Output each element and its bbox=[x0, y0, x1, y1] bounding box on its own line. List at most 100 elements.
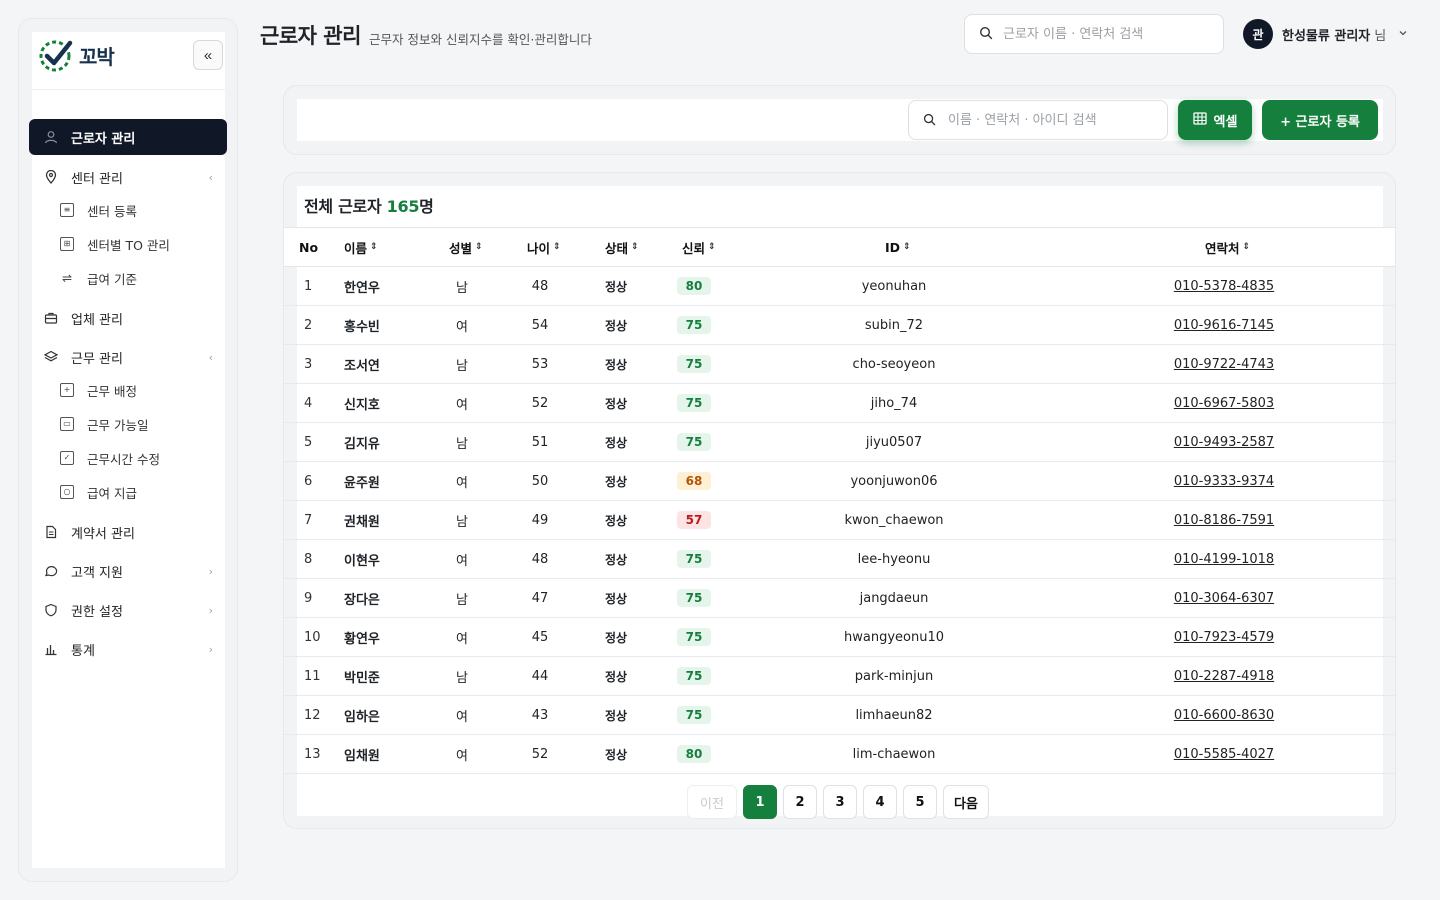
cell-phone-link[interactable]: 010-7923-4579 bbox=[1124, 618, 1324, 656]
cell-id: lee-hyeonu bbox=[857, 551, 931, 567]
page-button-4[interactable]: 4 bbox=[863, 785, 897, 819]
column-header-age[interactable]: 나이 ⇕ bbox=[527, 228, 561, 266]
cell-name[interactable]: 임채원 bbox=[344, 735, 380, 773]
cell-name[interactable]: 한연우 bbox=[344, 267, 380, 305]
brand-logo[interactable]: 꼬박 bbox=[37, 37, 115, 73]
table-row[interactable]: 8 이현우 여 48 정상 75 lee-hyeonu 010-4199-1018 bbox=[284, 540, 1395, 579]
cell-name[interactable]: 장다은 bbox=[344, 579, 380, 617]
sidebar-subitem-work-assign[interactable]: + 근무 배정 bbox=[60, 376, 137, 404]
cell-status: 정상 bbox=[605, 669, 628, 684]
cell-name[interactable]: 김지유 bbox=[344, 423, 380, 461]
column-header-gender[interactable]: 성별 ⇕ bbox=[449, 228, 483, 266]
sidebar-item-stats[interactable]: 통계 › bbox=[29, 631, 227, 667]
cell-trust: 80 bbox=[677, 735, 711, 773]
table-row[interactable]: 9 장다은 남 47 정상 75 jangdaeun 010-3064-6307 bbox=[284, 579, 1395, 618]
column-header-trust[interactable]: 신뢰 ⇕ bbox=[682, 228, 716, 266]
cell-status: 정상 bbox=[605, 396, 628, 411]
cell-age: 47 bbox=[531, 590, 549, 606]
table-row[interactable]: 7 권채원 남 49 정상 57 kwon_chaewon 010-8186-7591 bbox=[284, 501, 1395, 540]
sidebar-item-work[interactable]: 근무 관리 ‹ bbox=[29, 339, 227, 375]
sidebar-subitem-pay[interactable]: ○ 급여 지급 bbox=[60, 478, 137, 506]
sidebar-item-permission[interactable]: 권한 설정 › bbox=[29, 592, 227, 628]
cell-gender: 여 bbox=[456, 319, 468, 335]
briefcase-icon bbox=[43, 310, 59, 326]
cell-phone-link[interactable]: 010-9493-2587 bbox=[1124, 423, 1324, 461]
table-row[interactable]: 6 윤주원 여 50 정상 68 yoonjuwon06 010-9333-9374 bbox=[284, 462, 1395, 501]
double-chevron-left-icon: « bbox=[203, 46, 213, 64]
cell-no: 4 bbox=[304, 395, 313, 411]
excel-export-button[interactable]: 엑셀 bbox=[1178, 100, 1252, 140]
cell-phone-link[interactable]: 010-9616-7145 bbox=[1124, 306, 1324, 344]
sidebar-subitem-pay-standard[interactable]: ⇌ 급여 기준 bbox=[60, 264, 137, 292]
cell-phone-link[interactable]: 010-3064-6307 bbox=[1124, 579, 1324, 617]
page-button-3[interactable]: 3 bbox=[823, 785, 857, 819]
table-body: 1 한연우 남 48 정상 80 yeonuhan 010-5378-4835 2 홍수빈 여 54 정… bbox=[284, 267, 1395, 774]
search-icon bbox=[923, 111, 936, 130]
cell-age: 43 bbox=[531, 707, 549, 723]
sliders-icon: ⇌ bbox=[61, 271, 73, 285]
column-header-name[interactable]: 이름 ⇕ bbox=[344, 228, 378, 266]
sidebar-item-center[interactable]: 센터 관리 ‹ bbox=[29, 159, 227, 195]
sidebar-collapse-button[interactable]: « bbox=[193, 40, 223, 70]
page-button-2[interactable]: 2 bbox=[783, 785, 817, 819]
sidebar-item-workers[interactable]: 근로자 관리 bbox=[29, 119, 227, 155]
plus-square-icon: + bbox=[60, 383, 74, 397]
prev-page-button[interactable]: 이전 bbox=[687, 785, 737, 819]
column-header-id[interactable]: ID ⇕ bbox=[885, 228, 911, 266]
cell-gender: 남 bbox=[456, 358, 468, 374]
cell-trust: 75 bbox=[677, 384, 711, 422]
user-menu[interactable]: 관 한성물류 관리자 님 bbox=[1243, 19, 1408, 49]
cell-phone-link[interactable]: 010-6967-5803 bbox=[1124, 384, 1324, 422]
trust-badge: 75 bbox=[677, 355, 711, 373]
table-row[interactable]: 5 김지유 남 51 정상 75 jiyu0507 010-9493-2587 bbox=[284, 423, 1395, 462]
sidebar-subitem-work-available[interactable]: ▭ 근무 가능일 bbox=[60, 410, 148, 438]
sidebar-item-label: 통계 bbox=[71, 643, 95, 659]
column-header-phone[interactable]: 연락처 ⇕ bbox=[1205, 228, 1250, 266]
cell-phone-link[interactable]: 010-5585-4027 bbox=[1124, 735, 1324, 773]
cell-name[interactable]: 홍수빈 bbox=[344, 306, 380, 344]
sidebar-subitem-center-register[interactable]: ≡ 센터 등록 bbox=[60, 196, 137, 224]
shield-icon bbox=[43, 602, 59, 618]
sidebar-item-support[interactable]: 고객 지원 › bbox=[29, 553, 227, 589]
cell-phone-link[interactable]: 010-9722-4743 bbox=[1124, 345, 1324, 383]
cell-name[interactable]: 윤주원 bbox=[344, 462, 380, 500]
sidebar-item-company[interactable]: 업체 관리 bbox=[29, 300, 227, 336]
cell-no: 11 bbox=[304, 668, 321, 684]
cell-phone-link[interactable]: 010-9333-9374 bbox=[1124, 462, 1324, 500]
sidebar-item-contract[interactable]: 계약서 관리 bbox=[29, 514, 227, 550]
table-row[interactable]: 11 박민준 남 44 정상 75 park-minjun 010-2287-4918 bbox=[284, 657, 1395, 696]
table-row[interactable]: 10 황연우 여 45 정상 75 hwangyeonu10 010-7923-4579 bbox=[284, 618, 1395, 657]
cell-phone-link[interactable]: 010-6600-8630 bbox=[1124, 696, 1324, 734]
cell-id: park-minjun bbox=[854, 668, 934, 684]
cell-phone-link[interactable]: 010-4199-1018 bbox=[1124, 540, 1324, 578]
sidebar-subitem-work-time[interactable]: ✓ 근무시간 수정 bbox=[60, 444, 160, 472]
cell-phone-link[interactable]: 010-8186-7591 bbox=[1124, 501, 1324, 539]
sidebar-subitem-center-to[interactable]: ⊞ 센터별 TO 관리 bbox=[60, 230, 170, 258]
table-row[interactable]: 1 한연우 남 48 정상 80 yeonuhan 010-5378-4835 bbox=[284, 267, 1395, 306]
cell-gender: 남 bbox=[456, 514, 468, 530]
cell-id: hwangyeonu10 bbox=[844, 629, 944, 645]
cell-phone-link[interactable]: 010-5378-4835 bbox=[1124, 267, 1324, 305]
table-row[interactable]: 2 홍수빈 여 54 정상 75 subin_72 010-9616-7145 bbox=[284, 306, 1395, 345]
add-worker-button[interactable]: + 근로자 등록 bbox=[1262, 100, 1378, 140]
table-row[interactable]: 3 조서연 남 53 정상 75 cho-seoyeon 010-9722-4743 bbox=[284, 345, 1395, 384]
table-row[interactable]: 13 임채원 여 52 정상 80 lim-chaewon 010-5585-4027 bbox=[284, 735, 1395, 774]
table-row[interactable]: 4 신지호 여 52 정상 75 jiho_74 010-6967-5803 bbox=[284, 384, 1395, 423]
cell-name[interactable]: 신지호 bbox=[344, 384, 380, 422]
cell-age: 52 bbox=[531, 395, 549, 411]
cell-name[interactable]: 이현우 bbox=[344, 540, 380, 578]
worker-search-input[interactable] bbox=[948, 112, 1148, 128]
cell-name[interactable]: 조서연 bbox=[344, 345, 380, 383]
cell-phone-link[interactable]: 010-2287-4918 bbox=[1124, 657, 1324, 695]
page-button-1[interactable]: 1 bbox=[743, 785, 777, 819]
cell-name[interactable]: 권채원 bbox=[344, 501, 380, 539]
page-button-5[interactable]: 5 bbox=[903, 785, 937, 819]
cell-name[interactable]: 황연우 bbox=[344, 618, 380, 656]
page-subtitle: 근무자 정보와 신뢰지수를 확인·관리합니다 bbox=[369, 32, 592, 47]
global-search-input[interactable] bbox=[1003, 26, 1203, 42]
cell-name[interactable]: 박민준 bbox=[344, 657, 380, 695]
next-page-button[interactable]: 다음 bbox=[943, 785, 989, 819]
cell-name[interactable]: 임하은 bbox=[344, 696, 380, 734]
column-header-status[interactable]: 상태 ⇕ bbox=[605, 228, 639, 266]
table-row[interactable]: 12 임하은 여 43 정상 75 limhaeun82 010-6600-8630 bbox=[284, 696, 1395, 735]
